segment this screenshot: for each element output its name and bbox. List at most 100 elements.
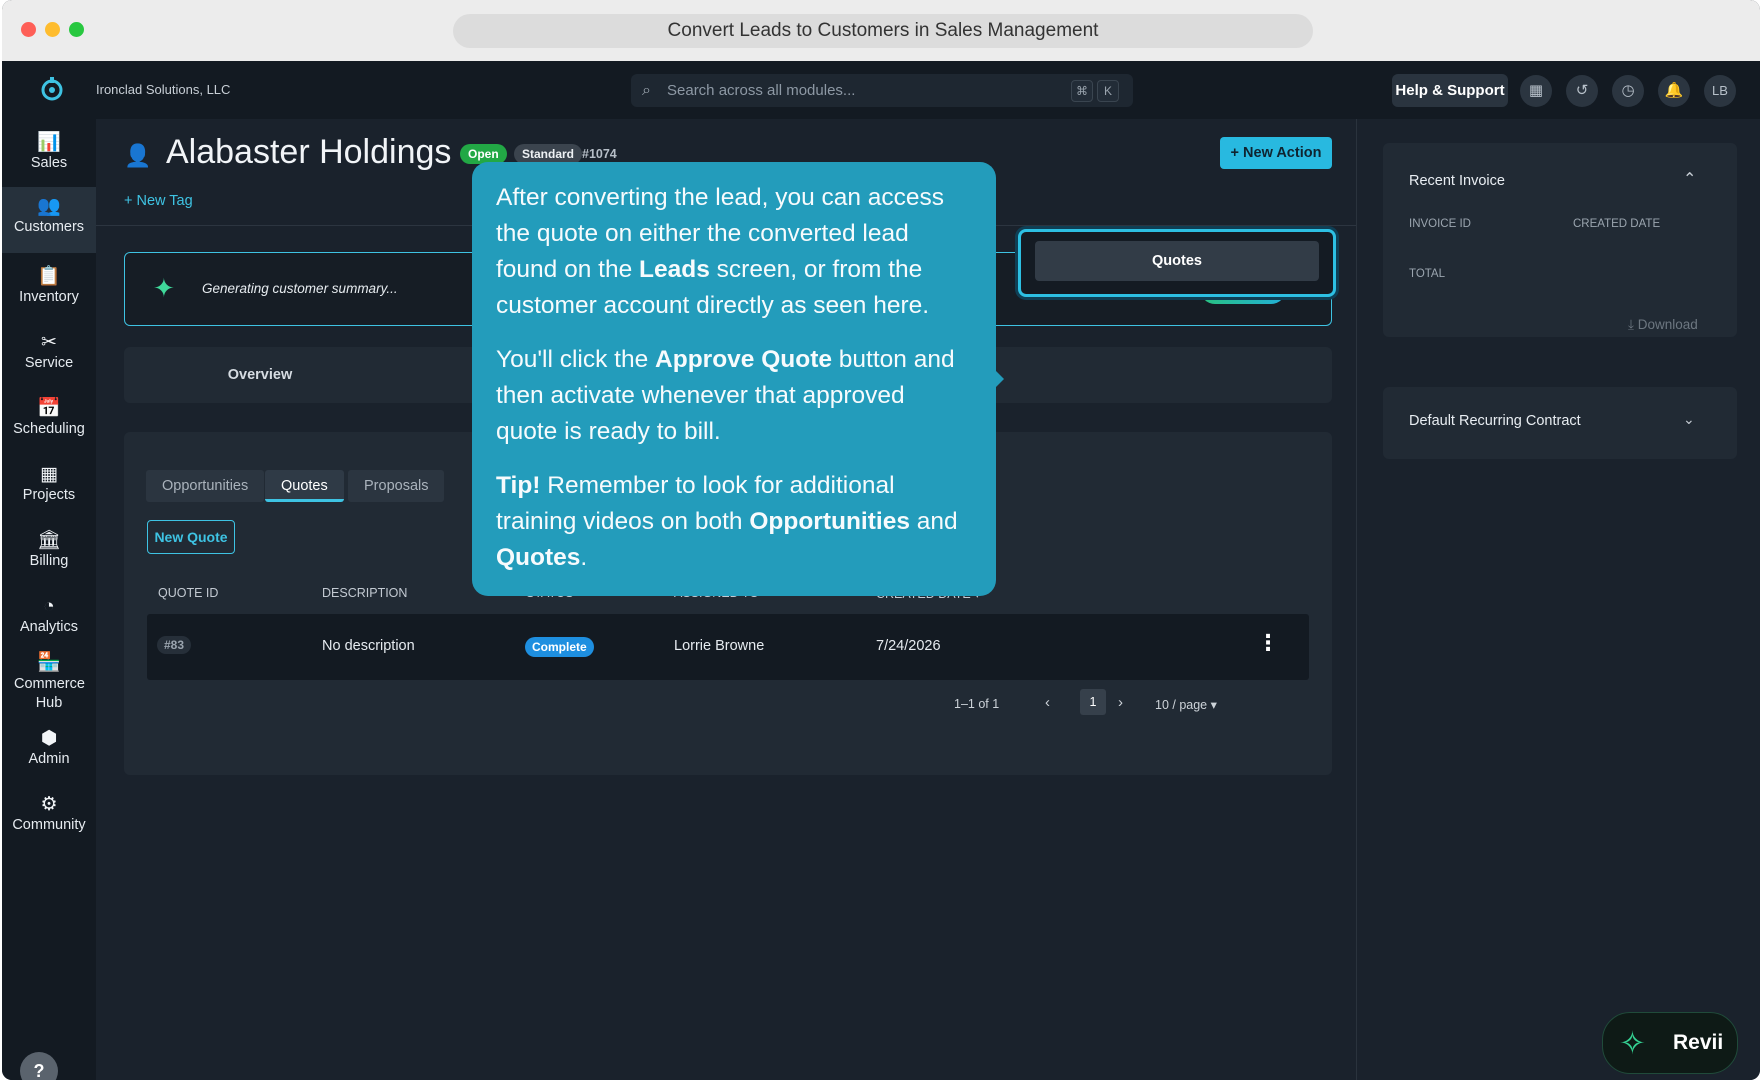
maximize-window-button[interactable] (69, 22, 84, 37)
top-bar: Ironclad Solutions, LLC ⌕ Search across … (2, 61, 1760, 119)
recent-invoice-card: Recent Invoice ⌃ INVOICE ID CREATED DATE… (1383, 143, 1737, 337)
tooltip-bold-text: Tip! (496, 472, 541, 499)
quote-id[interactable]: #83 (157, 636, 192, 654)
download-label: Download (1637, 317, 1698, 332)
calendar-icon: 📅 (37, 398, 61, 419)
billing-icon: 🏛 (36, 530, 62, 551)
tooltip-paragraph-1: After converting the lead, you can acces… (496, 180, 972, 324)
recent-invoice-title[interactable]: Recent Invoice (1409, 173, 1505, 189)
tier-badge: Standard (514, 144, 583, 164)
ai-sparkle-icon: ✦ (153, 273, 175, 303)
user-avatar[interactable]: LB (1704, 75, 1736, 107)
quote-description: No description (322, 638, 415, 654)
walkthrough-tooltip: After converting the lead, you can acces… (472, 162, 996, 596)
tooltip-text: . (580, 544, 588, 571)
dashboard-icon[interactable]: ▦ (1520, 75, 1552, 107)
table-row[interactable]: #83 No description Complete Lorrie Brown… (147, 614, 1309, 680)
sidebar-item-label: Projects (22, 487, 76, 503)
sidebar-item-analytics[interactable]: ◔ Analytics (2, 587, 96, 651)
sidebar-item-inventory[interactable]: 📋 Inventory (2, 257, 96, 321)
sidebar-item-commerce-hub[interactable]: 🏪 Commerce Hub (2, 643, 96, 723)
sales-icon: 📊 (37, 132, 61, 153)
search-icon: ⌕ (642, 82, 651, 99)
global-search-input[interactable]: ⌕ Search across all modules... ⌘ K (631, 74, 1133, 107)
tab-quotes-highlight: Quotes (1018, 229, 1336, 297)
revii-label: Revii (1673, 1031, 1724, 1054)
tooltip-bold-text: Approve Quote (655, 346, 832, 373)
invoice-created-date-label: CREATED DATE (1573, 218, 1661, 230)
app-logo-icon[interactable] (38, 75, 66, 103)
tab-overview[interactable]: Overview (124, 347, 396, 403)
chevron-up-icon[interactable]: ⌃ (1683, 169, 1696, 189)
page-title: Alabaster Holdings (166, 133, 452, 171)
revii-assistant-button[interactable]: ✧ Revii (1602, 1012, 1738, 1074)
new-action-button[interactable]: + New Action (1220, 137, 1332, 169)
subtab-opportunities[interactable]: Opportunities (146, 470, 265, 502)
quote-status-badge: Complete (525, 637, 594, 657)
sidebar-item-label: Admin (28, 751, 70, 767)
quote-assigned-to: Lorrie Browne (674, 638, 765, 654)
tooltip-paragraph-2: You'll click the Approve Quote button an… (496, 342, 972, 450)
projects-icon: ▦ (40, 464, 58, 485)
download-button[interactable]: ⤓ Download (1628, 317, 1698, 333)
service-icon: ✂ (41, 332, 57, 353)
tooltip-bold-text: Quotes (496, 544, 581, 571)
row-menu-icon[interactable]: ⋮ (1257, 630, 1279, 656)
bell-icon[interactable]: 🔔 (1658, 75, 1690, 107)
new-tag-button[interactable]: + New Tag (124, 193, 193, 209)
sidebar-item-label: Community (12, 817, 86, 833)
search-placeholder: Search across all modules... (667, 82, 856, 99)
window-title: Convert Leads to Customers in Sales Mana… (453, 14, 1313, 48)
sidebar-item-label: Analytics (19, 619, 79, 635)
k-key-hint: K (1097, 80, 1119, 102)
sidebar-item-billing[interactable]: 🏛 Billing (2, 521, 96, 585)
chevron-down-icon[interactable]: ⌄ (1683, 411, 1695, 428)
sidebar-item-label: Billing (29, 553, 69, 569)
sidebar-item-service[interactable]: ✂ Service (2, 323, 96, 387)
next-page-icon[interactable]: › (1118, 694, 1123, 711)
column-header-quote-id[interactable]: QUOTE ID (158, 586, 218, 600)
minimize-window-button[interactable] (45, 22, 60, 37)
history-icon[interactable]: ↺ (1566, 75, 1598, 107)
page-size-select[interactable]: 10 / page ▾ (1155, 697, 1217, 712)
sidebar-item-scheduling[interactable]: 📅 Scheduling (2, 389, 96, 453)
sidebar-item-customers[interactable]: 👥 Customers (2, 187, 96, 253)
cmd-key-hint: ⌘ (1071, 80, 1093, 102)
chevron-down-icon: ▾ (1210, 698, 1217, 712)
prev-page-icon[interactable]: ‹ (1045, 694, 1050, 711)
tab-quotes[interactable]: Quotes (1035, 241, 1319, 281)
timer-icon[interactable]: ◷ (1612, 75, 1644, 107)
download-icon: ⤓ (1628, 317, 1634, 332)
subtab-quotes[interactable]: Quotes (265, 470, 344, 502)
tooltip-text: You'll click the (496, 346, 656, 373)
subtab-proposals[interactable]: Proposals (348, 470, 445, 502)
help-support-button[interactable]: Help & Support (1392, 74, 1508, 107)
recurring-contract-card[interactable]: Default Recurring Contract ⌄ (1383, 387, 1737, 459)
tooltip-bold-text: Leads (639, 256, 710, 283)
sidebar-item-label: Customers (13, 219, 85, 235)
company-name: Ironclad Solutions, LLC (96, 82, 231, 97)
status-badge: Open (460, 144, 507, 164)
sidebar-item-label: Commerce Hub (14, 676, 85, 711)
tooltip-arrow (995, 370, 1004, 388)
customer-number: #1074 (582, 147, 617, 161)
app-window: Convert Leads to Customers in Sales Mana… (2, 0, 1760, 1080)
close-window-button[interactable] (21, 22, 36, 37)
tooltip-bold-text: Opportunities (749, 508, 910, 535)
customers-icon: 👥 (37, 196, 61, 217)
new-quote-button[interactable]: New Quote (147, 520, 235, 554)
column-header-description[interactable]: DESCRIPTION (322, 586, 407, 600)
sparkle-icon: ✧ (1619, 1025, 1646, 1061)
sidebar-item-community[interactable]: ⚙ Community (2, 785, 96, 849)
recurring-contract-title: Default Recurring Contract (1409, 413, 1581, 429)
admin-icon: ⬢ (40, 728, 58, 749)
title-bar: Convert Leads to Customers in Sales Mana… (2, 0, 1760, 61)
summary-text: Generating customer summary... (202, 281, 398, 296)
sidebar-item-projects[interactable]: ▦ Projects (2, 455, 96, 519)
sidebar-item-admin[interactable]: ⬢ Admin (2, 719, 96, 783)
sidebar-item-label: Scheduling (13, 421, 85, 437)
page-number-current[interactable]: 1 (1080, 689, 1106, 715)
inventory-icon: 📋 (37, 266, 61, 287)
store-icon: 🏪 (37, 652, 61, 673)
sidebar-item-sales[interactable]: 📊 Sales (2, 123, 96, 187)
